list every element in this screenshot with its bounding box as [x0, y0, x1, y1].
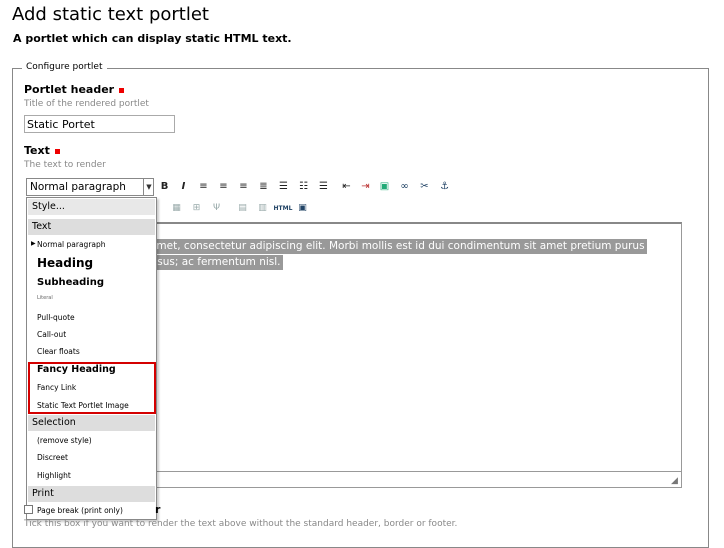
dropdown-item-discreet[interactable]: Discreet [37, 453, 68, 462]
page-description: A portlet which can display static HTML … [13, 32, 292, 45]
table-row-icon[interactable]: ⊞ [190, 202, 203, 215]
dropdown-item-literal[interactable]: Literal [37, 295, 53, 301]
numbered-list-icon[interactable]: ☷ [297, 180, 310, 193]
portlet-header-input[interactable] [24, 115, 175, 133]
editor-text-line[interactable]: amet, consectetur adipiscing elit. Morbi… [150, 239, 647, 254]
anchor-icon[interactable]: ⚓ [438, 180, 451, 193]
align-center-icon[interactable]: ≡ [217, 180, 230, 193]
dropdown-group-print: Print [28, 486, 155, 502]
italic-button[interactable]: I [177, 180, 190, 193]
text-label: Text [24, 144, 60, 157]
dropdown-item-highlight[interactable]: Highlight [37, 471, 71, 480]
dropdown-item-heading[interactable]: Heading [37, 256, 93, 270]
table-delete-icon[interactable]: ▥ [256, 202, 269, 215]
required-icon [119, 87, 125, 93]
dropdown-item-clear-floats[interactable]: Clear floats [37, 347, 80, 356]
omit-border-checkbox[interactable] [24, 505, 33, 514]
portlet-header-label: Portlet header [24, 83, 125, 96]
editor-text-line[interactable]: risus; ac fermentum nisl. [150, 255, 283, 270]
dropdown-item-call-out[interactable]: Call-out [37, 330, 66, 339]
dropdown-item-normal-paragraph[interactable]: Normal paragraph [37, 240, 106, 249]
highlight-annotation-box [28, 362, 156, 414]
table-props-icon[interactable]: ▤ [236, 202, 249, 215]
dropdown-item-subheading[interactable]: Subheading [37, 277, 104, 288]
align-right-icon[interactable]: ≡ [237, 180, 250, 193]
insert-link-icon[interactable]: ∞ [398, 180, 411, 193]
definition-list-icon[interactable]: ☰ [317, 180, 330, 193]
table-col-icon[interactable]: Ψ [210, 202, 223, 215]
bold-button[interactable]: B [158, 180, 171, 193]
insert-image-icon[interactable]: ▣ [378, 180, 391, 193]
unlink-icon[interactable]: ✂ [418, 180, 431, 193]
omit-border-help: Tick this box if you want to render the … [24, 519, 458, 529]
style-select[interactable]: Normal paragraph [26, 178, 154, 196]
align-left-icon[interactable]: ≡ [197, 180, 210, 193]
required-icon [54, 148, 60, 154]
outdent-icon[interactable]: ⇤ [340, 180, 353, 193]
text-label-text: Text [24, 144, 50, 157]
html-source-button[interactable]: HTML [273, 202, 293, 215]
bullet-list-icon[interactable]: ☰ [277, 180, 290, 193]
dropdown-item-pull-quote[interactable]: Pull-quote [37, 313, 75, 322]
dropdown-group-text: Text [28, 219, 155, 235]
dropdown-item-remove-style[interactable]: (remove style) [37, 436, 92, 445]
fieldset-legend: Configure portlet [22, 62, 107, 72]
portlet-header-label-text: Portlet header [24, 83, 115, 96]
text-help: The text to render [24, 160, 106, 170]
chevron-down-icon[interactable]: ▼ [143, 178, 154, 196]
dropdown-group-selection: Selection [28, 415, 155, 431]
selected-arrow-icon: ▶ [31, 240, 36, 247]
dropdown-item-page-break[interactable]: Page break (print only) [37, 506, 123, 515]
indent-icon[interactable]: ⇥ [359, 180, 372, 193]
style-dropdown-header[interactable]: Style... [28, 199, 155, 215]
align-justify-icon[interactable]: ≣ [257, 180, 270, 193]
table-icon[interactable]: ▦ [170, 202, 183, 215]
fullscreen-icon[interactable]: ▣ [296, 202, 309, 215]
style-dropdown: Style... Text ▶ Normal paragraph Heading… [26, 197, 157, 520]
resize-handle-icon[interactable]: ◢ [671, 476, 678, 486]
omit-border-label: r [155, 503, 161, 516]
portlet-header-help: Title of the rendered portlet [24, 99, 149, 109]
page-title: Add static text portlet [12, 4, 209, 25]
